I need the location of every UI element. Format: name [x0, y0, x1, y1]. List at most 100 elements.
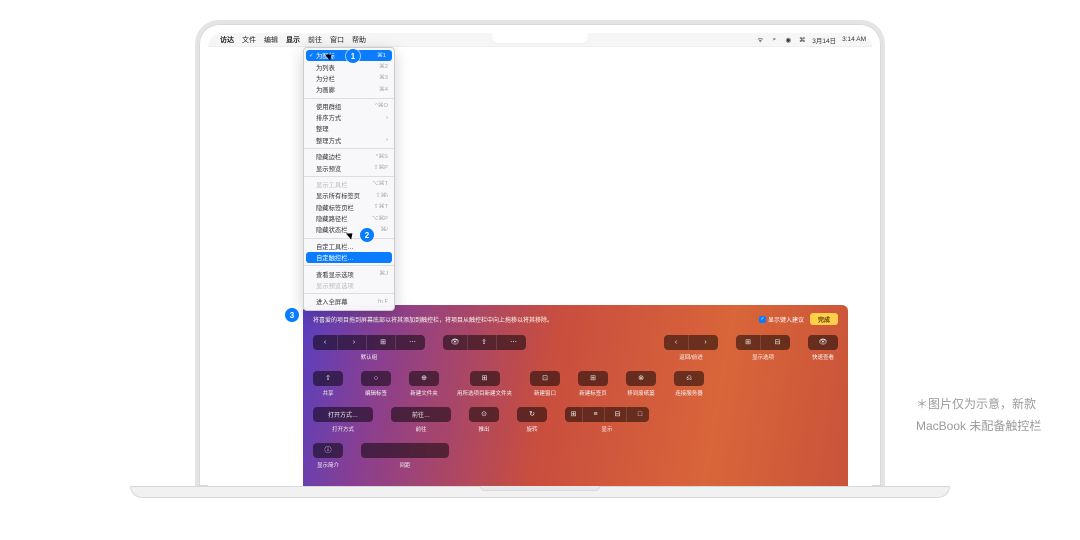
menubar-appname[interactable]: 访达 [220, 35, 234, 45]
touchbar-items-grid: ‹›⊞⋯默认组 👁⇪⋯ ‹›返回/前进 ⊞⊟ 显示选项 👁快速查看 ⇧ 共享 ○编辑标签 ⊕ 新建文… [313, 335, 838, 469]
menubar-menus: 访达 文件 编辑 显示 前往 窗口 帮助 [220, 35, 366, 45]
view-menu-dropdown: ✓为图标⌘1为列表⌘2为分栏⌘3为画廊⌘4使用群组^⌘O排序方式›整理整理方式›… [303, 47, 395, 311]
touchbar-capsule[interactable]: 👁⇪⋯ [443, 335, 526, 350]
menu-item[interactable]: 进入全屏幕fn F [304, 296, 394, 307]
menubar-time[interactable]: 3:14 AM [842, 36, 866, 43]
touchbar-item[interactable]: ⊕ 新建文件夹 [409, 371, 439, 397]
menu-item[interactable]: 为分栏⌘3 [304, 73, 394, 84]
touchbar-item[interactable]: ⊗ 移到废纸篓 [626, 371, 656, 397]
menu-shortcut: ^⌘O [375, 103, 388, 109]
control-center-icon[interactable]: ⌘ [798, 36, 806, 44]
touchbar-capsule[interactable]: ⊗ [626, 371, 656, 386]
touchbar-item-label: 推出 [478, 425, 489, 433]
menu-separator [304, 148, 394, 149]
touchbar-item[interactable]: 打开方式…打开方式 [313, 407, 373, 433]
menu-item-label: 自定触控栏… [316, 253, 354, 262]
menu-item[interactable]: 为列表⌘2 [304, 61, 394, 72]
touchbar-capsule[interactable]: ⊞ [578, 371, 608, 386]
touchbar-item-label: 间距 [399, 461, 410, 469]
menubar-right: ᯤ ⌕ ◉ ⌘ 3月14日 3:14 AM [756, 35, 866, 45]
touchbar-capsule[interactable]: ⊕ [409, 371, 439, 386]
touchbar-capsule[interactable]: ‹›⊞⋯ [313, 335, 425, 350]
menu-item-label: 排序方式 [316, 113, 341, 122]
menu-window[interactable]: 窗口 [330, 35, 344, 45]
touchbar-item[interactable]: ‹›返回/前进 [664, 335, 718, 361]
menu-item[interactable]: 显示预览⇧⌘P [304, 162, 394, 173]
touchbar-capsule[interactable]: 前往… [391, 407, 451, 422]
touchbar-item[interactable]: ⊞用所选项目新建文件夹 [457, 371, 512, 397]
touchbar-item[interactable]: 👁⇪⋯ [443, 335, 526, 353]
touchbar-item-label: 新建文件夹 [410, 389, 438, 397]
menu-item[interactable]: 隐藏标签页栏⇧⌘T [304, 202, 394, 213]
touchbar-capsule[interactable]: 打开方式… [313, 407, 373, 422]
menu-help[interactable]: 帮助 [352, 35, 366, 45]
user-icon[interactable]: ◉ [784, 36, 792, 44]
touchbar-item[interactable]: ⇧ 共享 [313, 371, 343, 397]
touchbar-item[interactable]: ⊙ 推出 [469, 407, 499, 433]
touchbar-capsule[interactable] [361, 443, 449, 458]
menu-item[interactable]: 查看显示选项⌘J [304, 268, 394, 279]
touchbar-item-label: 显示选项 [752, 353, 774, 361]
touchbar-item[interactable]: ⓘ 显示简介 [313, 443, 343, 469]
menu-item[interactable]: 自定触控栏… [306, 252, 392, 263]
touchbar-item[interactable]: ⊞ 新建标签页 [578, 371, 608, 397]
menu-item[interactable]: 隐藏边栏^⌘S [304, 151, 394, 162]
touchbar-item[interactable]: ⊞⊟ 显示选项 [736, 335, 790, 361]
touchbar-capsule[interactable]: ⎌ [674, 371, 704, 386]
touchbar-item[interactable]: 前往…前往 [391, 407, 451, 433]
menu-edit[interactable]: 编辑 [264, 35, 278, 45]
touchbar-item-label: 共享 [322, 389, 333, 397]
touchbar-item-label: 新建标签页 [579, 389, 607, 397]
macbook-base-notch [480, 486, 600, 491]
touchbar-item[interactable]: 间距 [361, 443, 449, 469]
touchbar-item[interactable]: 👁快速查看 [808, 335, 838, 361]
touchbar-item-label: 移到废纸篓 [627, 389, 655, 397]
touchbar-capsule[interactable]: ↻ [517, 407, 547, 422]
callout-badge-1: 1 [346, 49, 360, 63]
menu-item[interactable]: 为画廊⌘4 [304, 84, 394, 95]
menubar-date[interactable]: 3月14日 [812, 35, 836, 45]
menu-item[interactable]: 使用群组^⌘O [304, 101, 394, 112]
menu-item-label: 整理方式 [316, 136, 341, 145]
touchbar-hint-text: 将喜爱的项目拖到屏幕底部以将其添加到触控栏，将项目从触控栏中向上拖移以将其移除。 [313, 315, 753, 324]
done-button[interactable]: 完成 [810, 313, 838, 325]
touchbar-item[interactable]: ○编辑标签 [361, 371, 391, 397]
touchbar-capsule[interactable]: ⊙ [469, 407, 499, 422]
menu-item-label: 整理 [316, 124, 329, 133]
menu-shortcut: ⇧⌘T [374, 204, 388, 210]
touchbar-capsule[interactable]: ⊞≡⊟□ [565, 407, 649, 422]
touchbar-item[interactable]: ‹›⊞⋯默认组 [313, 335, 425, 361]
touchbar-row: ⓘ 显示简介 间距 [313, 443, 838, 469]
touchbar-item[interactable]: ⊡新建窗口 [530, 371, 560, 397]
touchbar-capsule[interactable]: ⓘ [313, 443, 343, 458]
touchbar-capsule[interactable]: ⊞⊟ [736, 335, 790, 350]
menu-view[interactable]: 显示 [286, 35, 300, 45]
touchbar-item[interactable]: ⎌连接服务器 [674, 371, 704, 397]
menu-item[interactable]: 整理方式› [304, 135, 394, 146]
menu-go[interactable]: 前往 [308, 35, 322, 45]
touchbar-item[interactable]: ⊞≡⊟□显示 [565, 407, 649, 433]
touchbar-capsule[interactable]: ⊞ [470, 371, 500, 386]
touchbar-capsule[interactable]: ○ [361, 371, 391, 386]
touchbar-capsule[interactable]: 👁 [808, 335, 838, 350]
menu-shortcut: ⌘/ [381, 227, 388, 233]
touchbar-capsule[interactable]: ⇧ [313, 371, 343, 386]
menu-item-label: 隐藏边栏 [316, 152, 341, 161]
chevron-right-icon: › [386, 115, 388, 121]
menu-item-label: 为画廊 [316, 85, 335, 94]
menu-item[interactable]: 隐藏路径栏⌥⌘P [304, 213, 394, 224]
touchbar-item-label: 显示简介 [317, 461, 339, 469]
wifi-icon[interactable]: ᯤ [756, 35, 764, 44]
menu-file[interactable]: 文件 [242, 35, 256, 45]
menu-item-label: 显示预览 [316, 164, 341, 173]
touchbar-capsule[interactable]: ‹› [664, 335, 718, 350]
typing-suggestions-checkbox[interactable]: ✓ 显示键入建议 [759, 315, 804, 324]
menu-item-label: 查看显示选项 [316, 270, 354, 279]
touchbar-capsule[interactable]: ⊡ [530, 371, 560, 386]
spotlight-icon[interactable]: ⌕ [770, 36, 778, 44]
menu-item[interactable]: 排序方式 › [304, 112, 394, 123]
touchbar-item[interactable]: ↻旋转 [517, 407, 547, 433]
menu-item[interactable]: 显示所有标签页⇧⌘\ [304, 190, 394, 201]
menu-item[interactable]: 整理 [304, 123, 394, 134]
menu-item[interactable]: 自定工具栏… [304, 241, 394, 252]
